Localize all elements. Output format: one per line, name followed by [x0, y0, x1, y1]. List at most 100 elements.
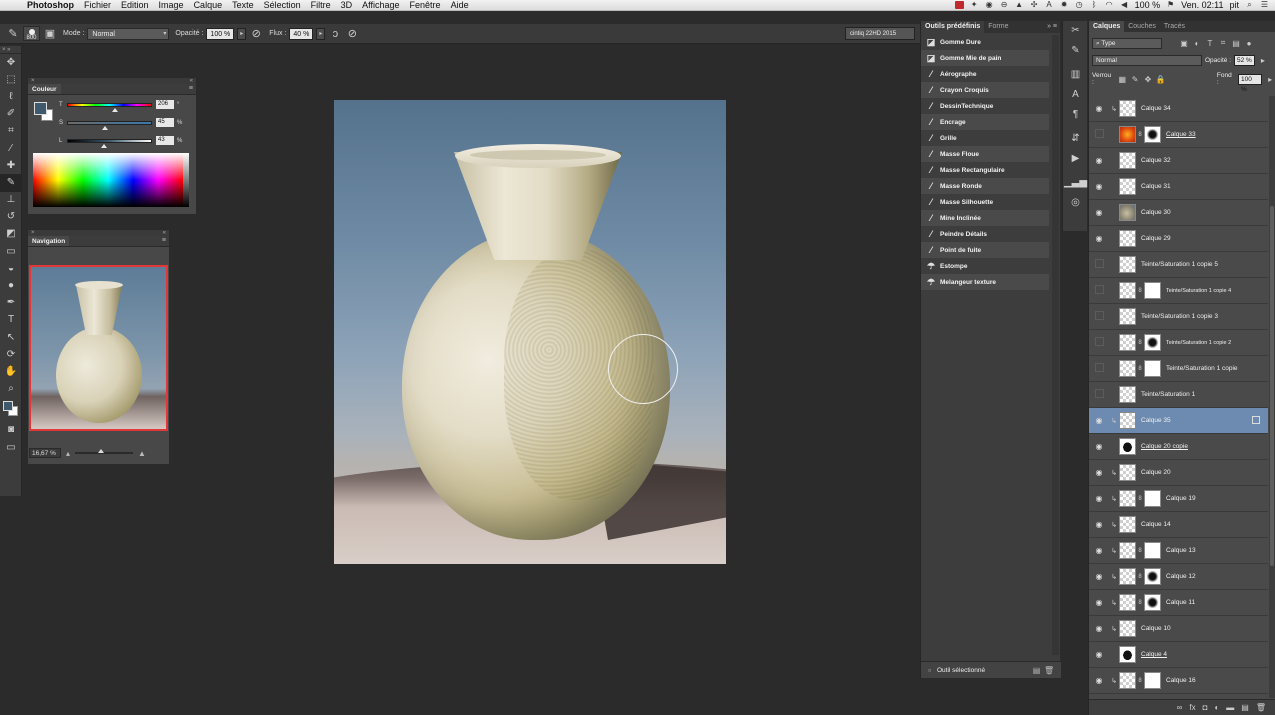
- mask-link-icon[interactable]: 8: [1136, 496, 1144, 502]
- saturation-slider-knob[interactable]: [102, 125, 109, 130]
- lightness-slider-knob[interactable]: [100, 143, 107, 148]
- layer-mask-thumbnail[interactable]: [1144, 672, 1161, 689]
- layer-name[interactable]: Calque 20 copie: [1141, 443, 1188, 450]
- character-icon[interactable]: A: [1063, 85, 1088, 105]
- layer-row[interactable]: 8 Teinte/Saturation 1 copie 4: [1089, 278, 1268, 304]
- menu-image[interactable]: Image: [154, 0, 189, 11]
- eyedropper-tool-icon[interactable]: ⁄: [0, 140, 22, 157]
- mask-link-icon[interactable]: 8: [1136, 288, 1144, 294]
- spotlight-icon[interactable]: ⌕: [1245, 1, 1254, 9]
- layer-name[interactable]: Calque 4: [1141, 651, 1167, 658]
- quick-selection-tool-icon[interactable]: ✐: [0, 106, 22, 123]
- rotate-view-tool-icon[interactable]: ⟳: [0, 346, 22, 363]
- layer-name[interactable]: Calque 30: [1141, 209, 1171, 216]
- preset-item[interactable]: ◪ Gomme Dure: [921, 34, 1049, 50]
- font-icon[interactable]: A: [1045, 1, 1054, 9]
- tab-forme[interactable]: Forme: [984, 21, 1012, 33]
- preset-item[interactable]: ⁄ Peindre Détails: [921, 226, 1049, 242]
- link-layers-icon[interactable]: ∞: [1177, 703, 1183, 712]
- layer-name[interactable]: Calque 13: [1166, 547, 1196, 554]
- layer-row[interactable]: 8 Teinte/Saturation 1 copie: [1089, 356, 1268, 382]
- layer-row[interactable]: ◉ ↳ 8 Calque 19: [1089, 486, 1268, 512]
- brush-dock-icon[interactable]: ✎: [1063, 41, 1088, 61]
- path-selection-tool-icon[interactable]: ↖: [0, 329, 22, 346]
- tools-presets-dock-icon[interactable]: ✂: [1063, 21, 1088, 41]
- delete-preset-icon[interactable]: 🗑: [1044, 666, 1054, 675]
- eye-status-icon[interactable]: ◉: [985, 1, 994, 9]
- nav-menu-icon[interactable]: ≡: [162, 236, 169, 246]
- preset-item[interactable]: ⁄ Aérographe: [921, 66, 1049, 82]
- preset-item[interactable]: ⁄ DessinTechnique: [921, 98, 1049, 114]
- hue-slider-knob[interactable]: [112, 107, 119, 112]
- tab-couleur[interactable]: Couleur: [28, 84, 61, 94]
- layer-filter-select[interactable]: ⌕ Type: [1092, 37, 1162, 49]
- layer-row[interactable]: ◉ ↳ Calque 20: [1089, 460, 1268, 486]
- layer-thumbnail[interactable]: [1119, 282, 1136, 299]
- opacity-dropdown[interactable]: ▸: [237, 27, 247, 40]
- visibility-eye-icon[interactable]: ◉: [1089, 676, 1109, 685]
- visibility-eye-icon[interactable]: ◉: [1089, 624, 1109, 633]
- workspace-select[interactable]: cintiq 22HD 2015: [845, 27, 915, 40]
- current-tool-only-label[interactable]: Outil sélectionné: [937, 667, 985, 674]
- preset-item[interactable]: ⁄ Encrage: [921, 114, 1049, 130]
- layer-row[interactable]: 8 Teinte/Saturation 1 copie 2: [1089, 330, 1268, 356]
- layer-thumbnail[interactable]: [1119, 256, 1136, 273]
- layer-mask-thumbnail[interactable]: [1144, 360, 1161, 377]
- healing-brush-tool-icon[interactable]: ✚: [0, 157, 22, 174]
- notification-icon[interactable]: ▲: [1015, 1, 1024, 9]
- zoom-slider-knob[interactable]: [98, 449, 105, 453]
- layer-thumbnail[interactable]: [1119, 646, 1136, 663]
- airbrush-icon[interactable]: ↄ: [328, 27, 342, 41]
- wifi-icon[interactable]: ◠: [1105, 1, 1114, 9]
- layer-thumbnail[interactable]: [1119, 516, 1136, 533]
- menu-filtre[interactable]: Filtre: [306, 0, 336, 11]
- clone-source-icon[interactable]: ⇵: [1063, 129, 1088, 149]
- flow-input[interactable]: 40 %: [289, 27, 314, 40]
- navigator-preview[interactable]: [29, 265, 168, 431]
- lock-all-icon[interactable]: 🔒: [1156, 75, 1166, 84]
- delete-layer-icon[interactable]: 🗑: [1256, 703, 1266, 712]
- layer-comps-icon[interactable]: ▥: [1063, 65, 1088, 85]
- visibility-eye-icon[interactable]: ◉: [1089, 572, 1109, 581]
- brush-tool-icon[interactable]: ✎: [0, 174, 22, 192]
- layer-name[interactable]: Teinte/Saturation 1: [1141, 391, 1195, 398]
- gear-icon[interactable]: ✹: [1060, 1, 1069, 9]
- layer-thumbnail[interactable]: [1119, 204, 1136, 221]
- flag-icon[interactable]: ⚑: [1166, 1, 1175, 9]
- move-tool-icon[interactable]: ✥: [0, 54, 22, 71]
- fill-dropdown[interactable]: ▸: [1265, 75, 1275, 84]
- layer-thumbnail[interactable]: [1119, 100, 1136, 117]
- history-brush-tool-icon[interactable]: ↺: [0, 209, 22, 226]
- layer-row[interactable]: ◉ Calque 32: [1089, 148, 1268, 174]
- color-foreground-swatch[interactable]: [34, 102, 47, 115]
- color-swatches[interactable]: [0, 398, 22, 422]
- visibility-off-box[interactable]: [1089, 311, 1109, 322]
- layer-name[interactable]: Calque 29: [1141, 235, 1171, 242]
- preset-item[interactable]: ⁄ Masse Ronde: [921, 178, 1049, 194]
- swatches-icon[interactable]: ◎: [1063, 193, 1088, 213]
- layer-mask-thumbnail[interactable]: [1144, 490, 1161, 507]
- visibility-off-box[interactable]: [1089, 389, 1109, 400]
- menu-calque[interactable]: Calque: [189, 0, 228, 11]
- fill-input[interactable]: 100 %: [1238, 73, 1263, 93]
- tab-tool-presets[interactable]: Outils prédéfinis: [921, 21, 985, 33]
- layer-row[interactable]: ◉ Calque 4: [1089, 642, 1268, 668]
- layer-thumbnail[interactable]: [1119, 386, 1136, 403]
- paragraph-icon[interactable]: ¶: [1063, 105, 1088, 125]
- layer-style-icon[interactable]: fx: [1189, 703, 1195, 712]
- tab-calques[interactable]: Calques: [1089, 21, 1125, 32]
- new-adjustment-icon[interactable]: ◐: [1214, 703, 1219, 712]
- menu-app-name[interactable]: Photoshop: [22, 0, 79, 11]
- layer-row[interactable]: ◉ Calque 31: [1089, 174, 1268, 200]
- layer-name[interactable]: Calque 32: [1141, 157, 1171, 164]
- actions-icon[interactable]: ▶: [1063, 149, 1088, 169]
- layer-name[interactable]: Calque 10: [1141, 625, 1171, 632]
- mask-link-icon[interactable]: 8: [1136, 340, 1144, 346]
- layer-thumbnail[interactable]: [1119, 412, 1136, 429]
- visibility-eye-icon[interactable]: ◉: [1089, 468, 1109, 477]
- filter-toggle-icon[interactable]: ●: [1244, 39, 1254, 48]
- menu-fichier[interactable]: Fichier: [79, 0, 116, 11]
- preset-item[interactable]: ◪ Gomme Mie de pain: [921, 50, 1049, 66]
- menu-affichage[interactable]: Affichage: [357, 0, 404, 11]
- layer-mask-thumbnail[interactable]: [1144, 334, 1161, 351]
